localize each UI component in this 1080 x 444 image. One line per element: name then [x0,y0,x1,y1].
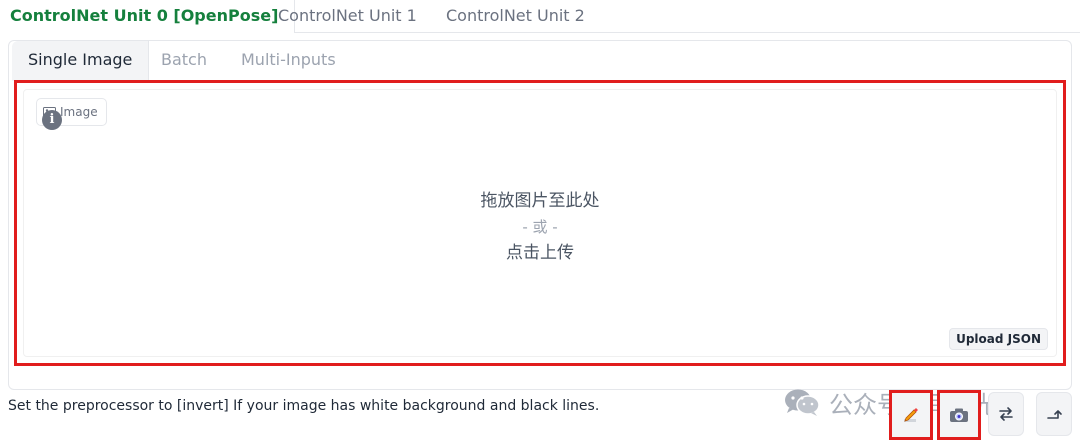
camera-icon [950,408,968,422]
tab-multi-inputs[interactable]: Multi-Inputs [241,41,336,79]
drop-instructions: 拖放图片至此处 - 或 - 点击上传 [24,188,1056,266]
send-dimensions-button[interactable] [1036,392,1072,436]
or-separator: - 或 - [522,218,558,236]
corner-arrow-icon [1047,410,1062,419]
tab-controlnet-unit-1[interactable]: ControlNet Unit 1 [278,0,417,32]
upload-json-button[interactable]: Upload JSON [949,328,1048,350]
unit-tabs: ControlNet Unit 0 [OpenPose] ControlNet … [0,0,1080,33]
tab-single-image[interactable]: Single Image [12,41,150,81]
tab-batch[interactable]: Batch [161,41,207,79]
image-dropzone[interactable]: Image i 拖放图片至此处 - 或 - 点击上传 Upload JSON [23,89,1057,357]
click-to-upload-text[interactable]: 点击上传 [24,240,1056,266]
input-mode-tabs: Single Image Batch Multi-Inputs [9,41,1071,81]
wechat-logo-icon [785,389,820,416]
tab-controlnet-unit-0[interactable]: ControlNet Unit 0 [OpenPose] [0,0,296,33]
edit-button[interactable] [889,390,933,440]
drop-here-text: 拖放图片至此处 [480,191,600,211]
pencil-icon [904,408,918,422]
tab-controlnet-unit-2[interactable]: ControlNet Unit 2 [446,0,585,32]
swap-dimensions-button[interactable] [988,392,1024,436]
image-label-text: Image [60,105,98,119]
preprocessor-hint: Set the preprocessor to [invert] If your… [8,398,600,414]
camera-button[interactable] [937,390,981,440]
image-upload-area[interactable]: Image i 拖放图片至此处 - 或 - 点击上传 Upload JSON [14,80,1066,366]
controlnet-panel: ControlNet Unit 0 [OpenPose] ControlNet … [0,0,1080,444]
info-icon: i [42,110,62,130]
swap-arrows-icon [999,407,1013,421]
